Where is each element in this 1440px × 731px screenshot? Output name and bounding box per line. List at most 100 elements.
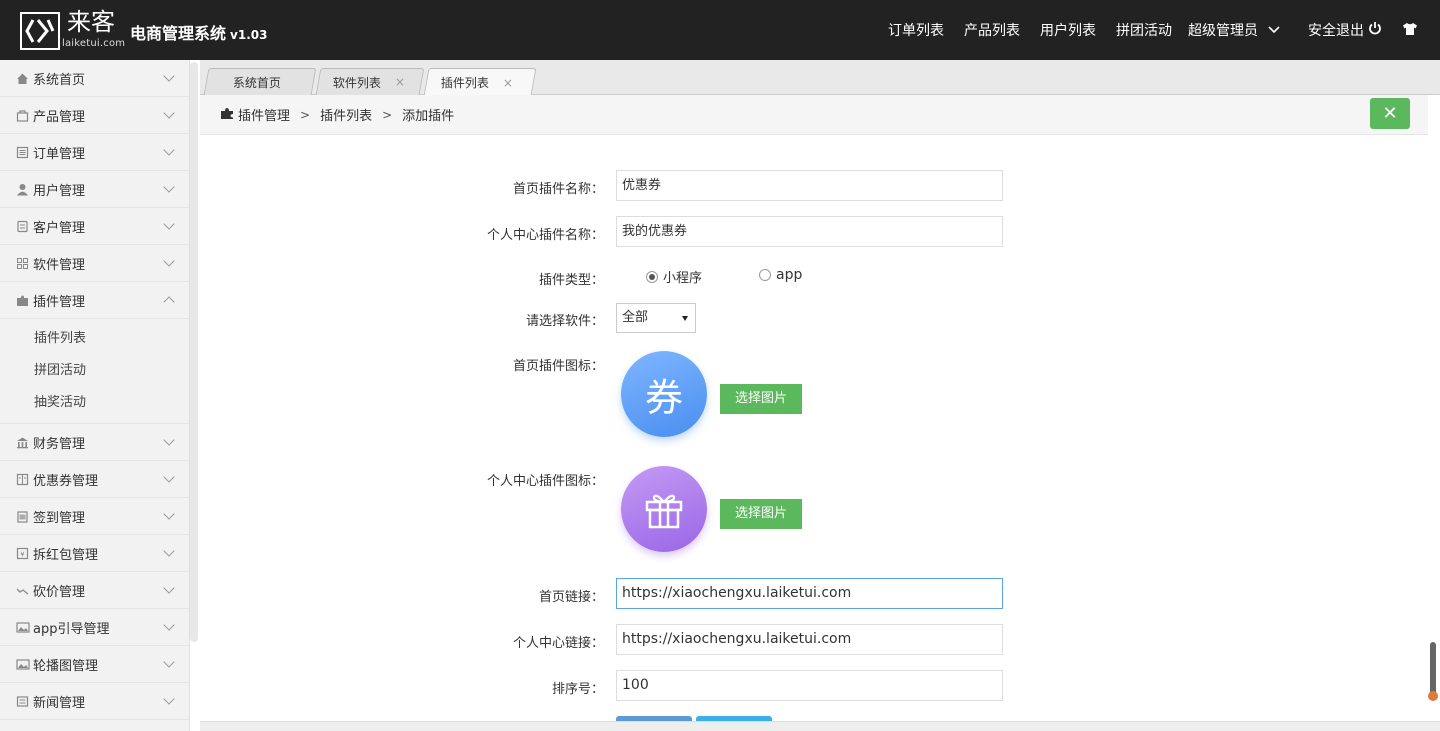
puzzle-icon — [220, 107, 234, 123]
home-name-input[interactable]: 优惠券 — [616, 170, 1003, 201]
chevron-down-icon — [163, 255, 175, 267]
sidebar-subitem-group-buy[interactable]: 拼团活动 — [0, 355, 189, 387]
chevron-down-icon — [163, 70, 175, 82]
sidebar-item-redpacket[interactable]: ¥ 拆红包管理 — [0, 535, 189, 572]
sidebar-item-label: 财务管理 — [33, 436, 86, 452]
chevron-down-icon — [163, 434, 175, 446]
sidebar-item-customers[interactable]: 客户管理 — [0, 208, 189, 245]
chevron-down-icon — [163, 582, 175, 594]
sidebar-item-carousel[interactable]: 轮播图管理 — [0, 646, 189, 683]
sidebar-item-software[interactable]: 软件管理 — [0, 245, 189, 282]
trend-icon — [16, 584, 29, 597]
home-link-input[interactable]: https://xiaochengxu.laiketui.com — [616, 578, 1003, 609]
chevron-down-icon — [163, 107, 175, 119]
radio-miniprogram[interactable]: 小程序 — [646, 267, 702, 286]
radio-label: 小程序 — [663, 271, 703, 286]
logout-button[interactable]: 安全退出 — [1308, 20, 1382, 40]
center-link-input[interactable]: https://xiaochengxu.laiketui.com — [616, 624, 1003, 655]
tab-plugin-list[interactable]: 插件列表 × — [423, 68, 537, 96]
sidebar-item-bargain[interactable]: 砍价管理 — [0, 572, 189, 609]
tab-system-home[interactable]: 系统首页 — [203, 68, 317, 95]
tab-label: 软件列表 — [332, 75, 381, 90]
chevron-down-icon — [163, 181, 175, 193]
breadcrumb-separator: > — [382, 107, 393, 122]
tab-label: 插件列表 — [440, 76, 489, 90]
chevron-down-icon — [163, 545, 175, 557]
sort-label: 排序号： — [551, 682, 604, 697]
nav-group-buy[interactable]: 拼团活动 — [1116, 20, 1172, 40]
admin-dropdown[interactable]: 超级管理员 — [1188, 20, 1280, 40]
admin-label: 超级管理员 — [1188, 23, 1258, 39]
sidebar-subitem-lottery[interactable]: 抽奖活动 — [0, 387, 189, 419]
power-icon — [1368, 21, 1382, 39]
sidebar-item-plugins[interactable]: 插件管理 — [0, 282, 189, 319]
app-version: v1.03 — [230, 28, 268, 42]
sidebar-subitem-plugin-list[interactable]: 插件列表 — [0, 323, 189, 355]
choose-home-image-button[interactable]: 选择图片 — [720, 384, 802, 414]
bag-icon — [16, 109, 29, 122]
theme-shirt-icon[interactable] — [1402, 21, 1418, 40]
plugin-submenu: 插件列表 拼团活动 抽奖活动 — [0, 319, 189, 424]
sidebar-item-products[interactable]: 产品管理 — [0, 97, 189, 134]
bank-icon — [16, 436, 29, 449]
sidebar-item-app-guide[interactable]: app引导管理 — [0, 609, 189, 646]
sidebar-item-home[interactable]: 系统首页 — [0, 60, 189, 97]
chevron-down-icon — [163, 693, 175, 705]
logout-label: 安全退出 — [1308, 23, 1364, 39]
sidebar-item-label: 用户管理 — [33, 183, 86, 199]
chevron-down-icon — [163, 619, 175, 631]
logo-domain: laiketui.com — [62, 38, 126, 49]
nav-users[interactable]: 用户列表 — [1040, 20, 1096, 40]
breadcrumb-plugin-manage[interactable]: 插件管理 — [238, 105, 290, 124]
news-icon — [16, 695, 29, 708]
center-name-input[interactable]: 我的优惠券 — [616, 216, 1003, 247]
logo-text: 来客 — [67, 8, 115, 36]
breadcrumb-plugin-list[interactable]: 插件列表 — [320, 105, 372, 124]
close-icon[interactable]: × — [395, 75, 405, 89]
tab-software-list[interactable]: 软件列表 × — [315, 68, 425, 95]
sidebar: 系统首页 产品管理 订单管理 用户管理 客户管理 软件管理 插件管理 插件列表 … — [0, 60, 190, 731]
radio-app[interactable]: app — [759, 267, 802, 283]
sidebar-item-label: 拆红包管理 — [33, 547, 99, 563]
chevron-up-icon — [163, 296, 175, 308]
home-name-label: 首页插件名称： — [512, 182, 604, 197]
list-icon — [16, 146, 29, 159]
sidebar-item-label: 软件管理 — [33, 257, 86, 273]
sidebar-item-finance[interactable]: 财务管理 — [0, 424, 189, 461]
center-icon-label: 个人中心插件图标： — [486, 474, 604, 489]
add-plugin-form: 首页插件名称： 优惠券 个人中心插件名称： 我的优惠券 插件类型： 小程序 ap… — [200, 136, 1428, 722]
sidebar-item-label: 订单管理 — [33, 146, 86, 162]
type-label: 插件类型： — [538, 273, 604, 288]
sidebar-item-orders[interactable]: 订单管理 — [0, 134, 189, 171]
top-header: 来客 laiketui.com 电商管理系统 v1.03 订单列表 产品列表 用户… — [0, 0, 1440, 60]
page-scrollbar[interactable] — [1428, 642, 1438, 701]
sidebar-item-users[interactable]: 用户管理 — [0, 171, 189, 208]
software-select[interactable]: 全部 — [616, 303, 696, 333]
nav-orders[interactable]: 订单列表 — [888, 20, 944, 40]
sidebar-item-checkin[interactable]: 签到管理 — [0, 498, 189, 535]
home-link-label: 首页链接： — [538, 590, 604, 605]
sidebar-item-news[interactable]: 新闻管理 — [0, 683, 189, 720]
sidebar-item-label: 系统首页 — [33, 72, 86, 88]
chevron-down-icon — [163, 508, 175, 520]
calendar-icon — [16, 510, 29, 523]
sidebar-scrollbar[interactable] — [190, 62, 198, 642]
sidebar-item-label: 砍价管理 — [33, 584, 86, 600]
close-page-button[interactable]: ✕ — [1370, 98, 1410, 129]
sidebar-item-label: 产品管理 — [33, 109, 86, 125]
choose-center-image-button[interactable]: 选择图片 — [720, 499, 802, 529]
redpacket-icon: ¥ — [16, 547, 29, 560]
bottom-scrollbar[interactable] — [200, 721, 1440, 731]
nav-products[interactable]: 产品列表 — [964, 20, 1020, 40]
close-icon[interactable]: × — [503, 76, 513, 90]
radio-dot — [759, 269, 771, 281]
sidebar-item-coupons[interactable]: 优惠券管理 — [0, 461, 189, 498]
sort-input[interactable]: 100 — [616, 670, 1003, 701]
home-icon — [16, 72, 29, 85]
doc-icon — [16, 220, 29, 233]
app-title: 电商管理系统 v1.03 — [130, 20, 267, 44]
sidebar-item-label: 优惠券管理 — [33, 473, 99, 489]
svg-text:¥: ¥ — [20, 550, 25, 558]
home-icon-label: 首页插件图标： — [512, 359, 604, 374]
software-label: 请选择软件： — [525, 314, 604, 329]
